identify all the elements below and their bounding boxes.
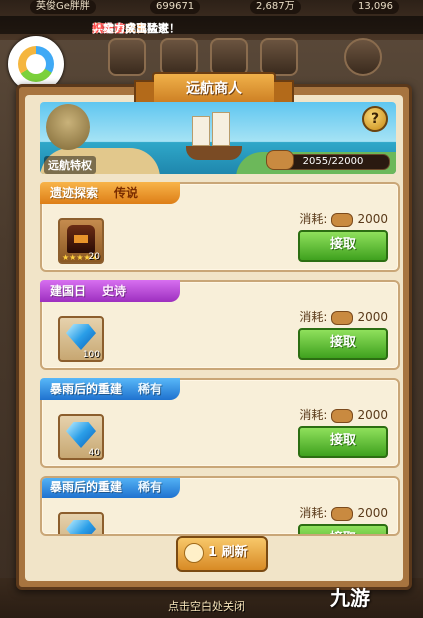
voyage-privilege-label[interactable]: 远航特权 [44,156,96,174]
marquee-suffix: ，实力突飞猛进！ [92,22,180,35]
quest-title-tag: 遗迹探索 传说 [40,182,180,204]
scroll-currency-icon [331,408,354,423]
quest-name: 建国日 [50,284,87,298]
gem-counter: 13,096 [352,0,399,14]
diamond-icon [66,324,96,350]
scroll-currency-icon [331,212,354,227]
reward-item[interactable] [58,512,104,534]
gold-counter: 699671 [150,0,201,14]
help-icon[interactable]: ? [362,106,388,132]
announcement-marquee: 天啦噜，冒险家 暴走之公主 成功合成出 6星 英雄 炽天使 ，实力突飞猛进！ [0,16,423,35]
diamond-icon [66,520,96,534]
quest-rarity: 稀有 [138,382,163,396]
helmet-icon [67,225,95,253]
diamond-icon [66,422,96,448]
gift-icon[interactable] [160,38,198,76]
quest-name: 暴雨后的重建 [50,480,123,494]
item-qty: 40 [88,448,100,458]
quest-card: 建国日 史诗 100 消耗: 2000 接取 [40,280,400,370]
scroll-currency-icon [331,310,354,325]
reward-item[interactable]: 40 [58,414,104,460]
book-icon[interactable] [260,38,298,76]
quest-title-tag: 暴雨后的重建 稀有 [40,378,180,400]
item-qty: 20 [88,252,100,262]
cost-value: 2000 [357,408,388,422]
quest-card: 暴雨后的重建 稀有 40 消耗: 2000 接取 [40,378,400,468]
quest-card: 暴雨后的重建 稀有 消耗: 2000 接取 [40,476,400,536]
scroll-currency-icon [331,506,354,521]
quest-rarity: 稀有 [138,480,163,494]
quest-rarity: 史诗 [102,284,127,298]
cost-label: 消耗: [299,310,328,324]
quest-card: 遗迹探索 传说 ★★★★★ 20 消耗: 2000 接取 [40,182,400,272]
cost-value: 2000 [357,212,388,226]
refresh-button[interactable]: 1 刷新 [176,536,268,572]
cost-label: 消耗: [299,212,328,226]
scroll-currency-icon [266,150,294,170]
ranking-icon[interactable] [108,38,146,76]
cost-label: 消耗: [299,506,328,520]
quest-cost: 消耗: 2000 [299,504,388,521]
watermark-logo: 九游 [330,586,370,610]
quest-name: 遗迹探索 [50,186,99,200]
refresh-icon [184,542,204,563]
ship-icon [178,112,248,162]
voyage-banner: 远航特权 ? 2055/22000 [40,102,396,174]
quest-cost: 消耗: 2000 [299,308,388,325]
quest-title-tag: 暴雨后的重建 稀有 [42,478,180,498]
quest-cost: 消耗: 2000 [299,210,388,227]
reward-item[interactable]: ★★★★★ 20 [58,218,104,264]
quest-rarity: 传说 [114,186,139,200]
quest-name: 暴雨后的重建 [50,382,123,396]
diamond-counter: 2,687万 [250,0,301,14]
video-icon[interactable] [210,38,248,76]
close-hint: 点击空白处关闭 [168,600,245,613]
statue-icon [46,104,90,150]
map-icon[interactable] [344,38,382,76]
accept-button[interactable]: 接取 [298,426,388,458]
cost-value: 2000 [357,506,388,520]
accept-button[interactable]: 接取 [298,230,388,262]
quest-cost: 消耗: 2000 [299,406,388,423]
cost-label: 消耗: [299,408,328,422]
quest-title-tag: 建国日 史诗 [40,280,180,302]
accept-button[interactable]: 接取 [298,328,388,360]
accept-button[interactable]: 接取 [298,524,388,534]
item-qty: 100 [82,350,100,360]
refresh-label: 1 刷新 [208,545,248,560]
reward-item[interactable]: 100 [58,316,104,362]
cost-value: 2000 [357,310,388,324]
player-name: 英俊Ge胖胖 [30,0,96,14]
